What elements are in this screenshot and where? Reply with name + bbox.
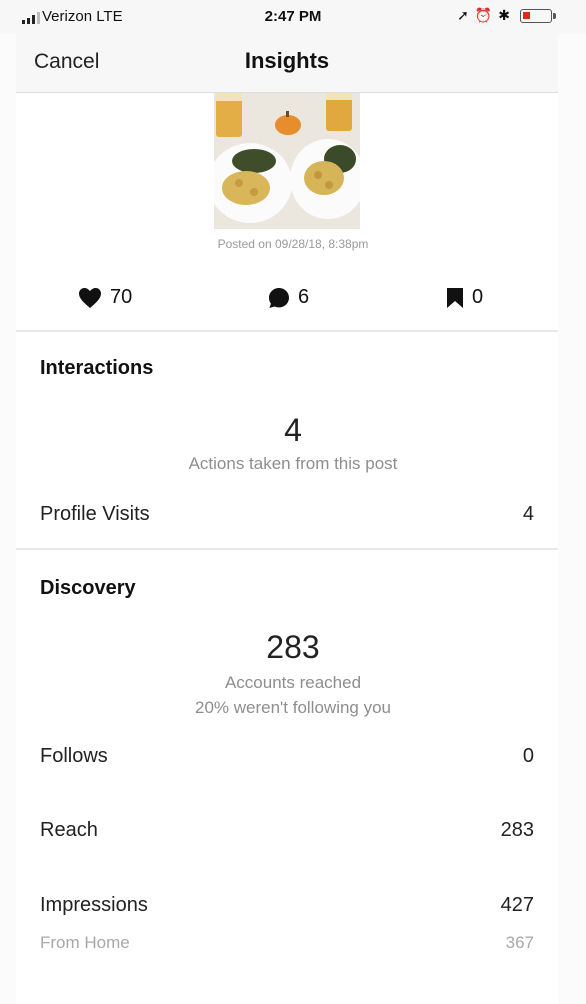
follows-value: 0 — [522, 745, 534, 767]
saves-count: 0 — [446, 286, 483, 309]
divider — [16, 548, 558, 550]
status-icons: ➚⏰✱ — [457, 7, 516, 24]
battery-icon — [520, 9, 552, 23]
divider — [16, 330, 558, 332]
profile-visits-label: Profile Visits — [40, 503, 150, 525]
bookmark-icon — [447, 287, 463, 308]
comments-value: 6 — [298, 286, 310, 308]
discovery-total: 283 — [266, 629, 320, 665]
engagement-counts: 70 6 0 — [16, 280, 558, 316]
comment-icon — [269, 287, 289, 308]
reach-label: Reach — [40, 819, 98, 841]
impressions-label: Impressions — [40, 894, 148, 916]
location-icon: ➚ — [457, 7, 475, 23]
posted-date: Posted on 09/28/18, 8:38pm — [217, 237, 369, 251]
interactions-title: Interactions — [40, 357, 154, 379]
nav-bar: Cancel Insights — [16, 34, 558, 93]
post-thumbnail[interactable] — [214, 93, 360, 229]
comments-count: 6 — [268, 286, 309, 309]
impressions-value: 427 — [500, 894, 534, 916]
likes-value: 70 — [110, 286, 133, 308]
alarm-icon: ⏰ — [474, 7, 499, 23]
heart-icon — [79, 287, 101, 308]
accounts-reached-label: Accounts reached — [224, 673, 362, 692]
discovery-title: Discovery — [40, 577, 136, 599]
interactions-total: 4 — [284, 412, 302, 448]
follows-label: Follows — [40, 745, 108, 767]
interactions-subtitle: Actions taken from this post — [188, 454, 398, 473]
battery-tip — [553, 13, 556, 19]
from-home-value: 367 — [505, 933, 534, 952]
saves-value: 0 — [472, 286, 484, 308]
from-home-label: From Home — [40, 933, 130, 952]
not-following-label: 20% weren't following you — [194, 698, 392, 717]
reach-value: 283 — [500, 819, 534, 841]
page-title: Insights — [244, 48, 330, 73]
bluetooth-icon: ✱ — [498, 7, 516, 23]
status-bar: Verizon LTE 2:47 PM ➚⏰✱ — [0, 0, 586, 34]
profile-visits-value: 4 — [522, 503, 534, 525]
likes-count: 70 — [78, 286, 132, 309]
